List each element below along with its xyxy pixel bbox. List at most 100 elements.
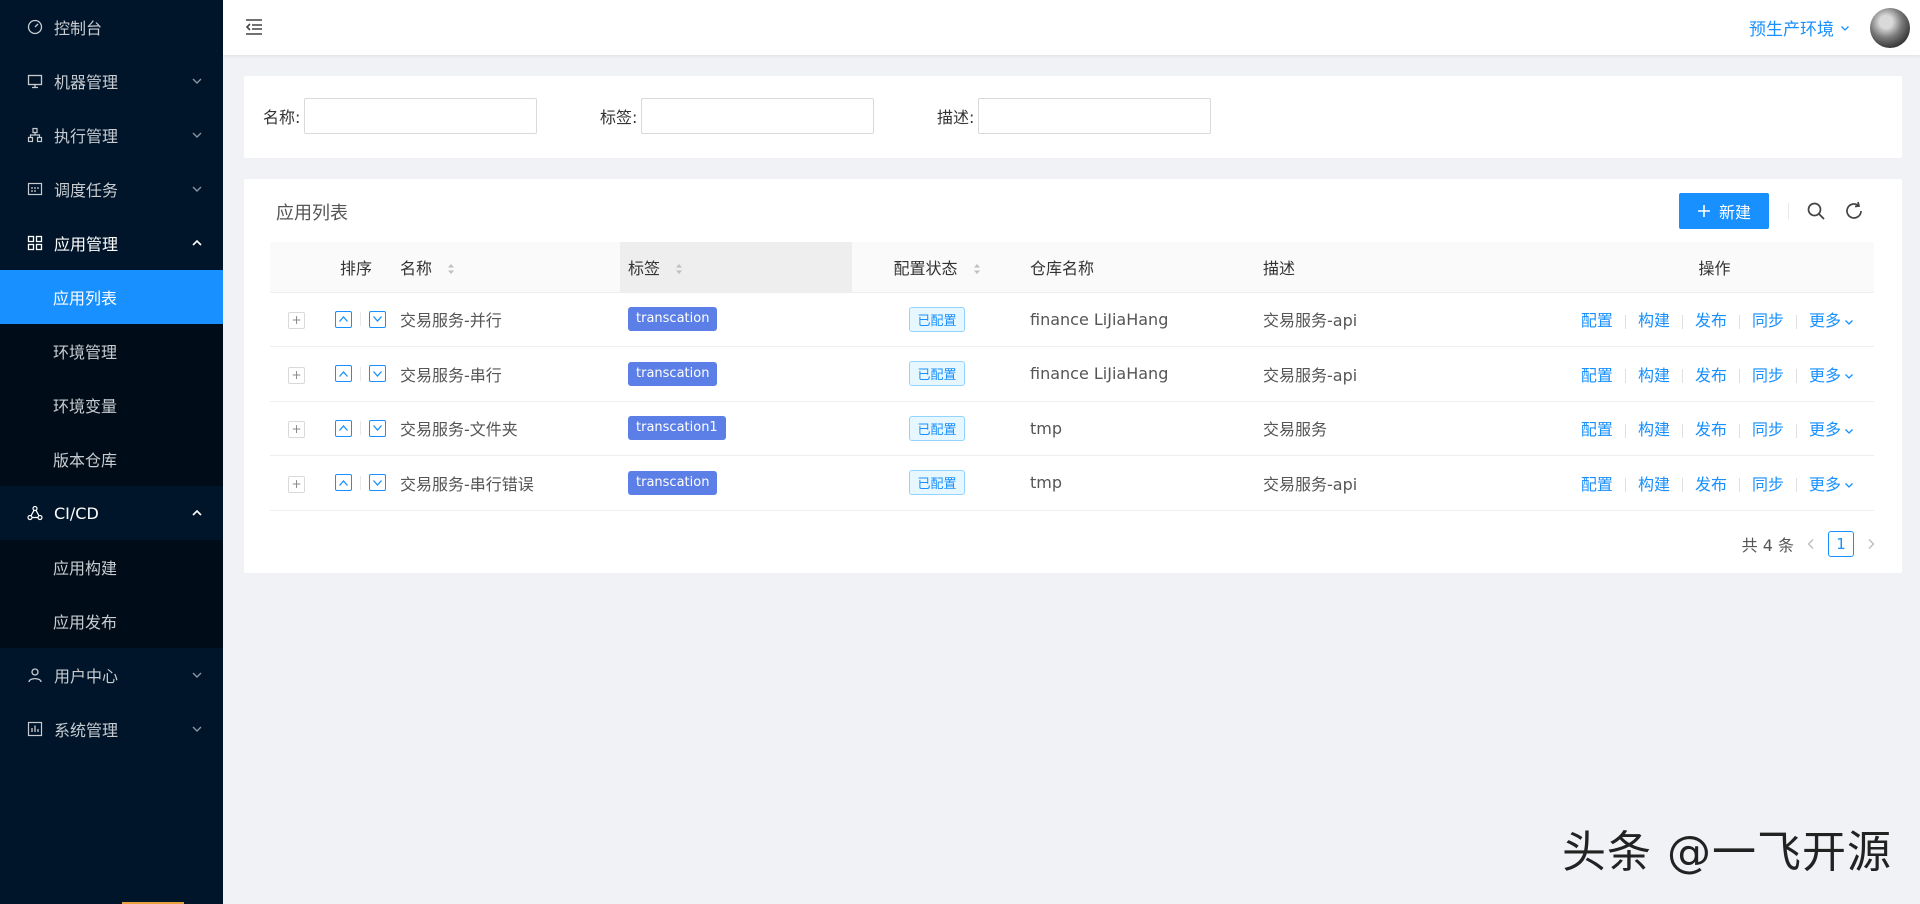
sync-link[interactable]: 同步 [1752, 475, 1784, 494]
sync-link[interactable]: 同步 [1752, 311, 1784, 330]
name-column-header[interactable]: 名称 [392, 242, 620, 293]
name-filter-label: 名称: [263, 108, 301, 127]
move-down-button[interactable] [368, 365, 386, 383]
sidebar-item-version-repo[interactable]: 版本仓库 [0, 432, 223, 486]
sidebar-item-execution[interactable]: 执行管理 [0, 108, 223, 162]
sidebar-item-app-publish[interactable]: 应用发布 [0, 594, 223, 648]
sidebar-item-env-vars[interactable]: 环境变量 [0, 378, 223, 432]
build-link[interactable]: 构建 [1638, 420, 1670, 439]
move-up-button[interactable] [334, 365, 352, 383]
action-divider [1795, 478, 1797, 493]
arrow-down-icon [372, 425, 382, 432]
desc-filter-input[interactable] [978, 98, 1212, 134]
build-link[interactable]: 构建 [1638, 366, 1670, 385]
publish-link[interactable]: 发布 [1695, 366, 1727, 385]
expand-row-button[interactable]: + [288, 421, 305, 439]
avatar[interactable] [1870, 8, 1910, 48]
action-divider [1738, 369, 1740, 384]
name-filter-input[interactable] [304, 98, 538, 134]
move-down-button[interactable] [368, 419, 386, 437]
grid-icon [26, 234, 44, 252]
sync-link[interactable]: 同步 [1752, 420, 1784, 439]
sidebar-item-env-manage[interactable]: 环境管理 [0, 324, 223, 378]
prev-page-button[interactable] [1804, 537, 1818, 551]
table-row: + 交易服务-串行 transcation 已配置 finance LiJiaHang 交… [270, 346, 1874, 402]
more-dropdown[interactable]: 更多 [1809, 366, 1854, 385]
chevron-down-icon [1845, 428, 1853, 434]
new-app-button-label: 新建 [1718, 203, 1751, 222]
status-cell: 已配置 [852, 346, 1022, 402]
build-link[interactable]: 构建 [1638, 311, 1670, 330]
tag-filter-input[interactable] [641, 98, 875, 134]
sidebar-item-machines[interactable]: 机器管理 [0, 54, 223, 108]
move-up-button[interactable] [334, 474, 352, 492]
sync-link[interactable]: 同步 [1752, 366, 1784, 385]
sort-icon[interactable] [973, 263, 981, 275]
sidebar-item-system[interactable]: 系统管理 [0, 702, 223, 756]
refresh-icon[interactable] [1843, 200, 1865, 222]
expand-row-button[interactable]: + [288, 366, 305, 384]
sidebar-item-apps[interactable]: 应用管理 [0, 216, 223, 270]
tag-cell: transcation [620, 292, 852, 347]
desc-filter: 描述: [937, 98, 1212, 134]
app-name-cell: 交易服务-串行 [392, 346, 620, 402]
config-link[interactable]: 配置 [1581, 311, 1613, 330]
sidebar-item-dashboard[interactable]: 控制台 [0, 0, 223, 54]
arrow-up-icon [338, 316, 348, 323]
desc-cell: 交易服务 [1255, 401, 1555, 456]
move-up-button[interactable] [334, 310, 352, 328]
publish-link[interactable]: 发布 [1695, 475, 1727, 494]
more-dropdown[interactable]: 更多 [1809, 420, 1854, 439]
order-cell [320, 346, 392, 402]
sidebar-item-cicd[interactable]: CI/CD [0, 486, 223, 540]
menu-fold-icon[interactable] [243, 16, 265, 38]
move-up-button[interactable] [334, 419, 352, 437]
tag-column-header[interactable]: 标签 [620, 242, 852, 293]
chevron-right-icon [1868, 539, 1875, 549]
chevron-down-icon [192, 186, 202, 192]
page-number-1[interactable]: 1 [1828, 531, 1854, 557]
toolbar-divider [1788, 203, 1789, 219]
env-switch-dropdown[interactable]: 预生产环境 [1749, 15, 1850, 40]
sidebar-item-user-center[interactable]: 用户中心 [0, 648, 223, 702]
move-down-button[interactable] [368, 310, 386, 328]
sort-icon[interactable] [675, 263, 683, 275]
new-app-button[interactable]: 新建 [1679, 193, 1769, 229]
config-link[interactable]: 配置 [1581, 366, 1613, 385]
sidebar-item-app-build[interactable]: 应用构建 [0, 540, 223, 594]
ops-cell: 配置 构建 发布 同步 更多 [1555, 401, 1874, 456]
tag-filter-label: 标签: [600, 108, 638, 127]
ops-cell: 配置 构建 发布 同步 更多 [1555, 292, 1874, 347]
arrow-down-icon [372, 370, 382, 377]
publish-link[interactable]: 发布 [1695, 420, 1727, 439]
sort-icon[interactable] [447, 263, 455, 275]
desc-filter-label: 描述: [937, 108, 975, 127]
app-tag: transcation1 [628, 416, 726, 441]
list-title: 应用列表 [276, 203, 348, 224]
next-page-button[interactable] [1864, 537, 1878, 551]
status-column-header[interactable]: 配置状态 [852, 242, 1022, 293]
expand-row-button[interactable]: + [288, 475, 305, 493]
app-list-card: 应用列表 新建 排序 名称 标签 配置状态 仓库名称 描述 操作 + 交易服务-… [244, 179, 1902, 573]
search-icon[interactable] [1805, 200, 1827, 222]
more-dropdown[interactable]: 更多 [1809, 475, 1854, 494]
build-link[interactable]: 构建 [1638, 475, 1670, 494]
schedule-icon [26, 180, 44, 198]
move-down-button[interactable] [368, 474, 386, 492]
publish-link[interactable]: 发布 [1695, 311, 1727, 330]
more-dropdown[interactable]: 更多 [1809, 311, 1854, 330]
expand-row-button[interactable]: + [288, 312, 305, 330]
more-label: 更多 [1808, 420, 1841, 440]
table-row: + 交易服务-并行 transcation 已配置 finance LiJiaHang 交… [270, 292, 1874, 347]
sidebar-item-app-list[interactable]: 应用列表 [0, 270, 223, 324]
arrow-down-icon [372, 316, 382, 323]
order-cell [320, 401, 392, 456]
expand-cell: + [270, 346, 320, 402]
config-link[interactable]: 配置 [1581, 475, 1613, 494]
config-link[interactable]: 配置 [1581, 420, 1613, 439]
status-cell: 已配置 [852, 455, 1022, 511]
chevron-left-icon [1807, 539, 1814, 549]
app-name-cell: 交易服务-串行错误 [392, 455, 620, 511]
sidebar-item-schedule[interactable]: 调度任务 [0, 162, 223, 216]
status-cell: 已配置 [852, 401, 1022, 456]
